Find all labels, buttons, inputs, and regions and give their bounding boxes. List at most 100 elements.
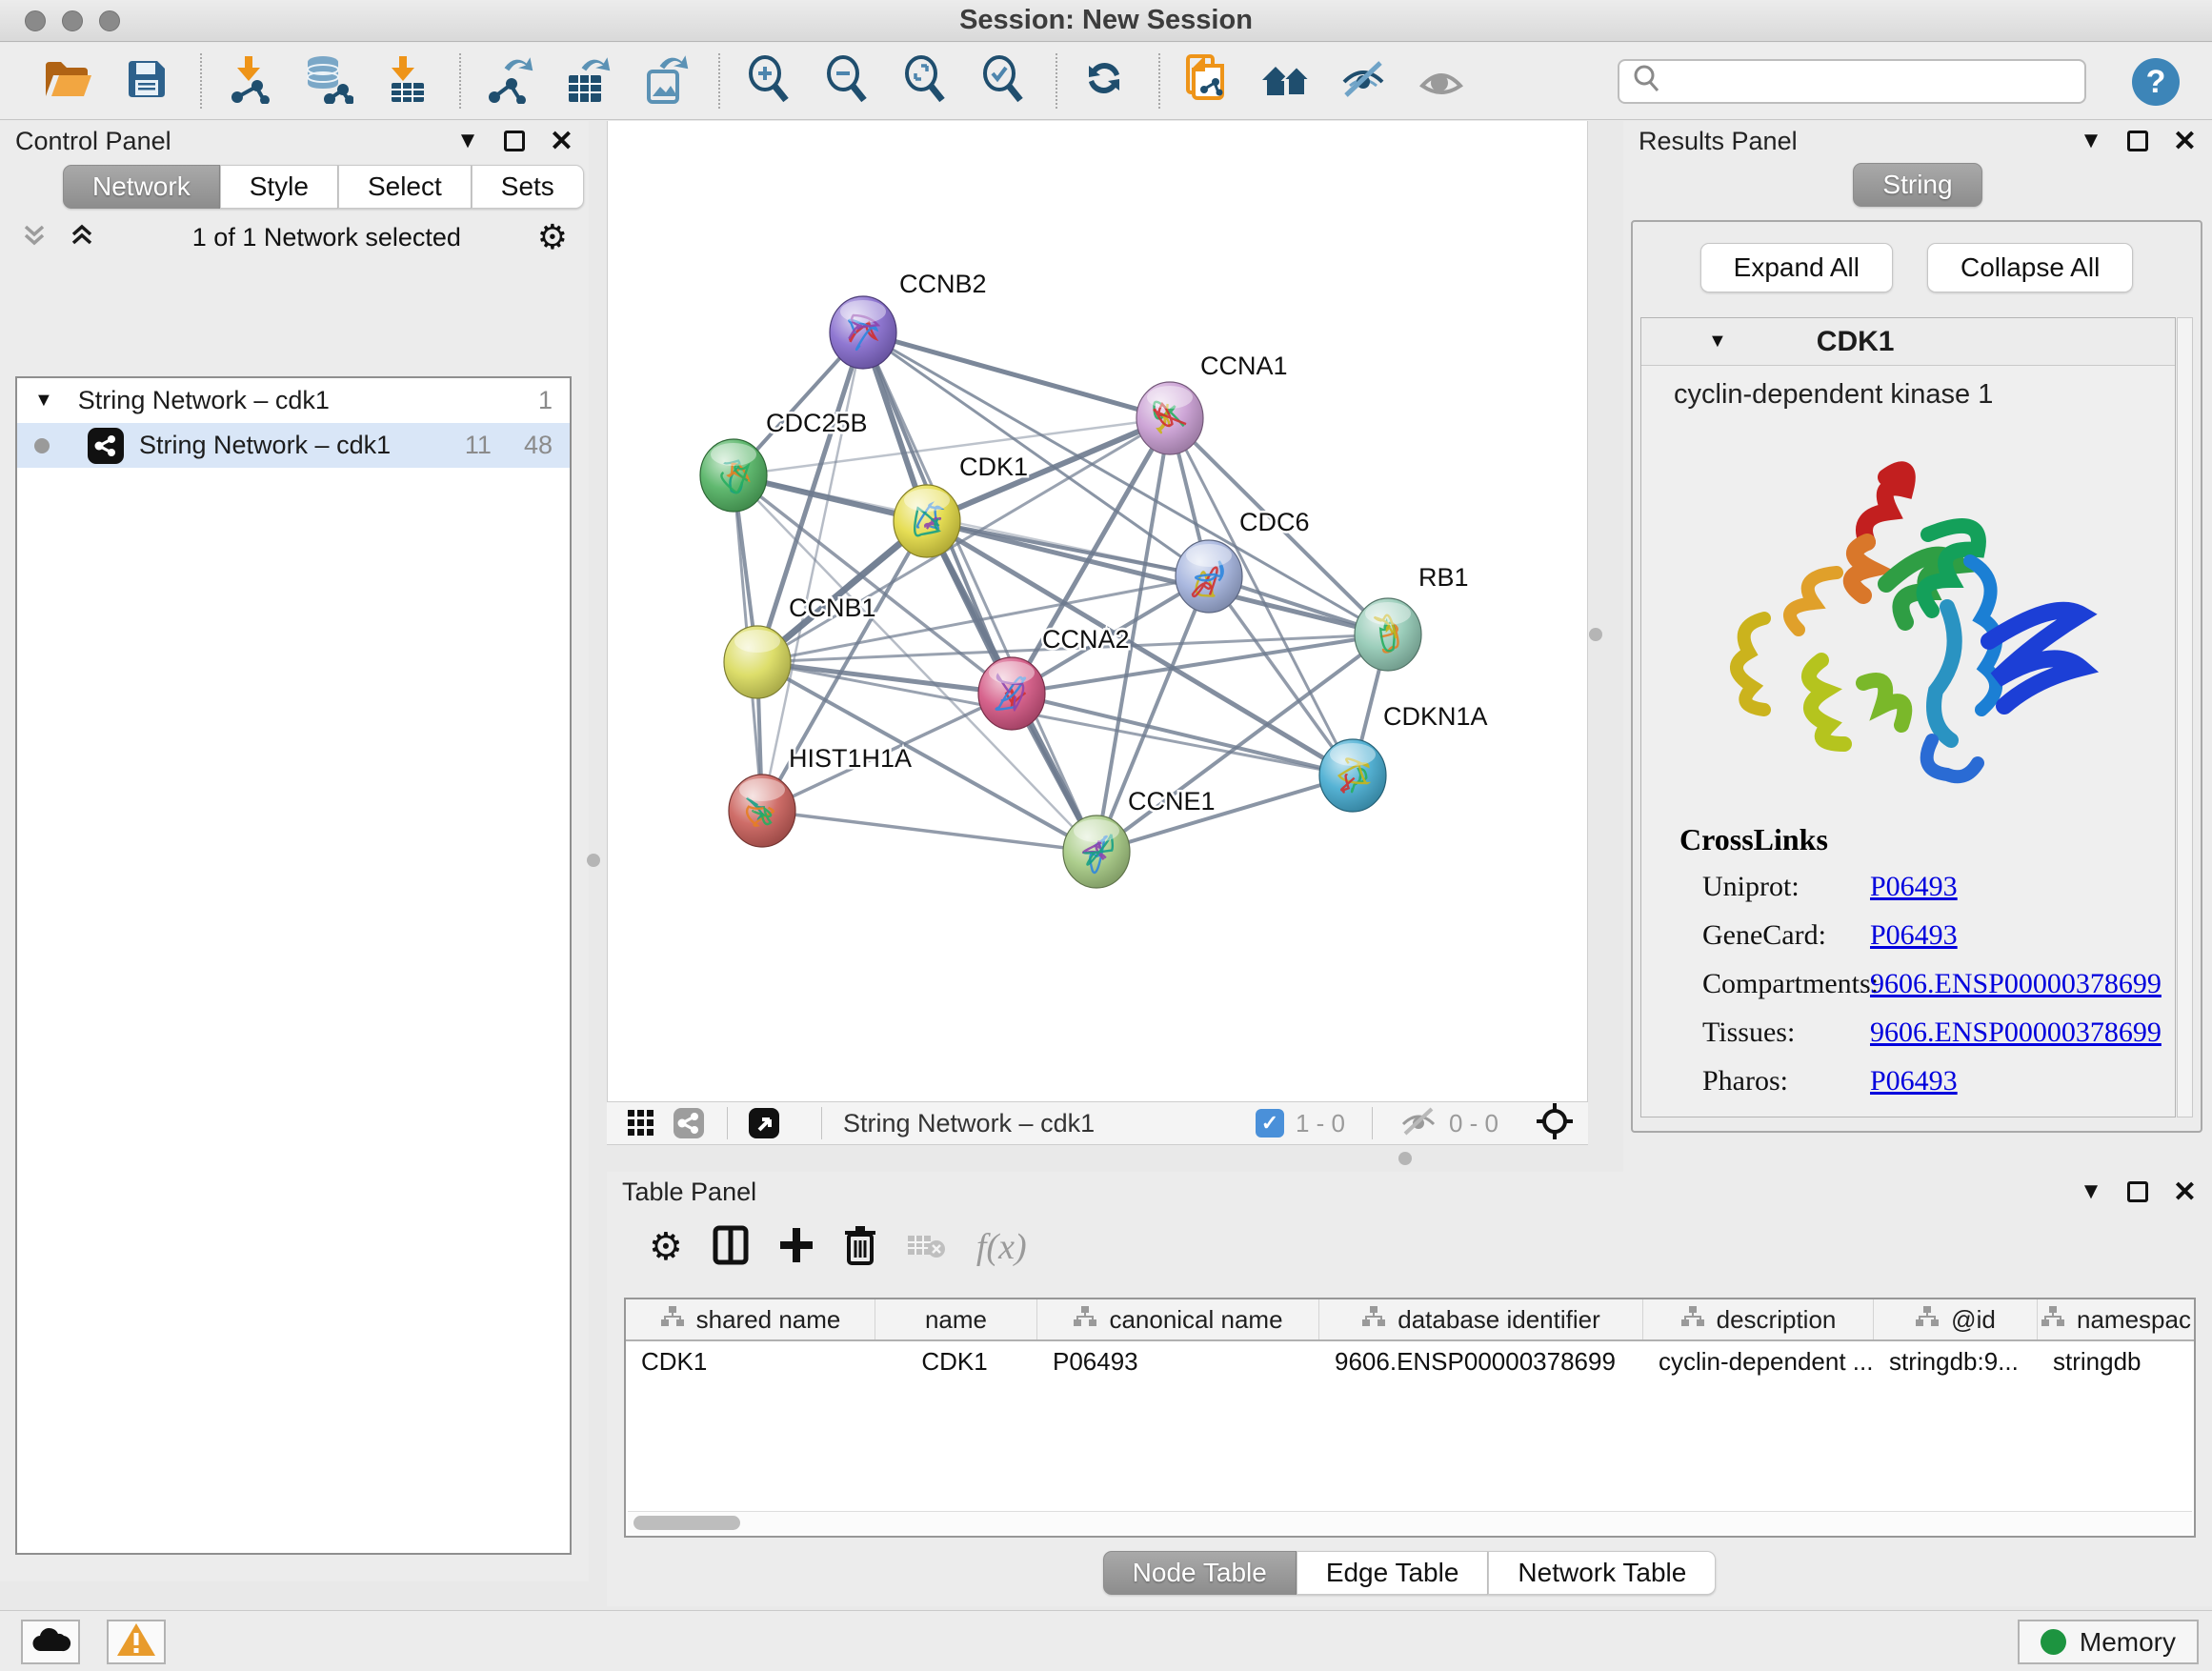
network-options-gear-icon[interactable]: ⚙ (537, 220, 568, 254)
entry-caret-icon[interactable]: ▼ (1708, 331, 1727, 352)
panel-menu-icon[interactable]: ▼ (2080, 1178, 2102, 1205)
tab-network-table[interactable]: Network Table (1488, 1551, 1716, 1595)
birdseye-view-icon[interactable] (743, 1104, 785, 1142)
panel-menu-icon[interactable]: ▼ (456, 128, 479, 154)
search-input[interactable] (1663, 67, 2084, 96)
column-header[interactable]: canonical name (1037, 1299, 1319, 1339)
column-header[interactable]: shared name (626, 1299, 875, 1339)
refresh-button[interactable] (1076, 52, 1134, 110)
entry-header[interactable]: ▼ CDK1 (1641, 318, 2175, 366)
export-table-icon (563, 54, 611, 109)
zoom-selected-button[interactable] (974, 52, 1031, 110)
results-panel-title: Results Panel (1639, 127, 1798, 156)
search-box (1618, 59, 2086, 104)
tab-network[interactable]: Network (63, 165, 220, 209)
network-edge[interactable] (762, 332, 863, 811)
close-panel-icon[interactable]: ✕ (2173, 125, 2197, 158)
column-header[interactable]: @id (1874, 1299, 2038, 1339)
collapse-all-button[interactable]: Collapse All (1927, 243, 2133, 292)
uniprot-link[interactable]: P06493 (1870, 871, 1958, 903)
network-name: String Network – cdk1 (139, 431, 391, 460)
network-edge[interactable] (863, 332, 1388, 634)
collection-name: String Network – cdk1 (78, 386, 330, 415)
compartments-link[interactable]: 9606.ENSP00000378699 (1870, 968, 2162, 1000)
close-panel-icon[interactable]: ✕ (550, 125, 573, 158)
memory-button[interactable]: Memory (2018, 1620, 2199, 1664)
open-session-button[interactable] (40, 52, 97, 110)
show-all-button[interactable] (1414, 52, 1471, 110)
cloud-status-button[interactable] (21, 1620, 80, 1664)
tab-string[interactable]: String (1853, 163, 1981, 207)
grid-view-icon[interactable] (620, 1104, 662, 1142)
first-neighbors-button[interactable] (1257, 52, 1315, 110)
hide-selected-button[interactable] (1336, 52, 1393, 110)
crosslink-label: GeneCard: (1679, 919, 1870, 952)
tab-select[interactable]: Select (338, 165, 472, 209)
tab-edge-table[interactable]: Edge Table (1297, 1551, 1489, 1595)
import-network-file-button[interactable] (221, 52, 278, 110)
pharos-link[interactable]: P06493 (1870, 1065, 1958, 1097)
export-image-button[interactable] (636, 52, 694, 110)
network-row[interactable]: String Network – cdk1 11 48 (17, 423, 570, 468)
warnings-button[interactable] (107, 1620, 166, 1664)
string-view-icon[interactable] (668, 1104, 710, 1142)
vertical-splitter-handle[interactable] (587, 854, 600, 867)
help-button[interactable]: ? (2132, 58, 2180, 106)
function-builder-icon[interactable]: f(x) (976, 1226, 1027, 1268)
table-row[interactable]: CDK1 CDK1 P06493 9606.ENSP00000378699 cy… (626, 1341, 2194, 1383)
network-edge[interactable] (863, 332, 1096, 852)
show-columns-icon[interactable] (712, 1224, 750, 1271)
minimize-window-button[interactable] (62, 10, 83, 31)
export-network-button[interactable] (480, 52, 537, 110)
tab-style[interactable]: Style (220, 165, 338, 209)
clone-network-button[interactable] (1179, 52, 1237, 110)
network-canvas[interactable]: CCNB2CCNA1CDC25BCDK1CDC6RB1CCNB1CCNA2CDK… (607, 121, 1588, 1101)
close-panel-icon[interactable]: ✕ (2173, 1176, 2197, 1209)
delete-column-trash-icon[interactable] (843, 1223, 877, 1272)
vertical-splitter-handle[interactable] (1589, 628, 1602, 641)
genecard-link[interactable]: P06493 (1870, 919, 1958, 952)
crosshair-icon[interactable] (1535, 1101, 1575, 1146)
column-header[interactable]: description (1643, 1299, 1874, 1339)
tab-sets[interactable]: Sets (472, 165, 584, 209)
network-edge[interactable] (762, 811, 1096, 852)
zoom-fit-button[interactable] (895, 52, 953, 110)
expand-all-networks-icon[interactable] (69, 222, 95, 253)
open-folder-icon (44, 58, 93, 105)
node-gloss (734, 630, 780, 653)
export-table-button[interactable] (558, 52, 615, 110)
crosslink-label: Compartments: (1679, 968, 1870, 1000)
zoom-out-button[interactable] (817, 52, 875, 110)
zoom-window-button[interactable] (99, 10, 120, 31)
tab-node-table[interactable]: Node Table (1103, 1551, 1297, 1595)
import-network-database-button[interactable] (299, 52, 356, 110)
table-options-gear-icon[interactable]: ⚙ (649, 1228, 683, 1266)
results-scrollbar[interactable] (2177, 317, 2193, 1117)
scrollbar-thumb[interactable] (633, 1516, 740, 1530)
zoom-in-button[interactable] (739, 52, 796, 110)
panel-menu-icon[interactable]: ▼ (2080, 128, 2102, 154)
delete-table-icon[interactable] (906, 1228, 948, 1267)
table-horizontal-scrollbar[interactable] (628, 1511, 2192, 1534)
column-header[interactable]: name (875, 1299, 1037, 1339)
hidden-eye-icon[interactable] (1399, 1105, 1438, 1142)
collection-caret-icon[interactable]: ▼ (34, 390, 53, 412)
network-edge[interactable] (757, 662, 1012, 694)
float-panel-icon[interactable] (2127, 1181, 2148, 1202)
column-header[interactable]: namespac (2038, 1299, 2194, 1339)
network-collection-row[interactable]: ▼ String Network – cdk1 1 (17, 378, 570, 423)
collapse-all-networks-icon[interactable] (21, 222, 48, 253)
tissues-link[interactable]: 9606.ENSP00000378699 (1870, 1017, 2162, 1049)
horizontal-splitter-handle[interactable] (1398, 1152, 1412, 1165)
expand-all-button[interactable]: Expand All (1700, 243, 1893, 292)
save-session-button[interactable] (118, 52, 175, 110)
close-window-button[interactable] (25, 10, 46, 31)
float-panel-icon[interactable] (2127, 131, 2148, 151)
selected-indicator-checkbox[interactable]: ✓ (1256, 1109, 1284, 1137)
import-table-file-button[interactable] (377, 52, 434, 110)
float-panel-icon[interactable] (504, 131, 525, 151)
network-edge[interactable] (863, 332, 1170, 418)
network-list: ▼ String Network – cdk1 1 String Network… (15, 376, 572, 1555)
add-column-icon[interactable] (778, 1224, 814, 1271)
column-header[interactable]: database identifier (1319, 1299, 1643, 1339)
